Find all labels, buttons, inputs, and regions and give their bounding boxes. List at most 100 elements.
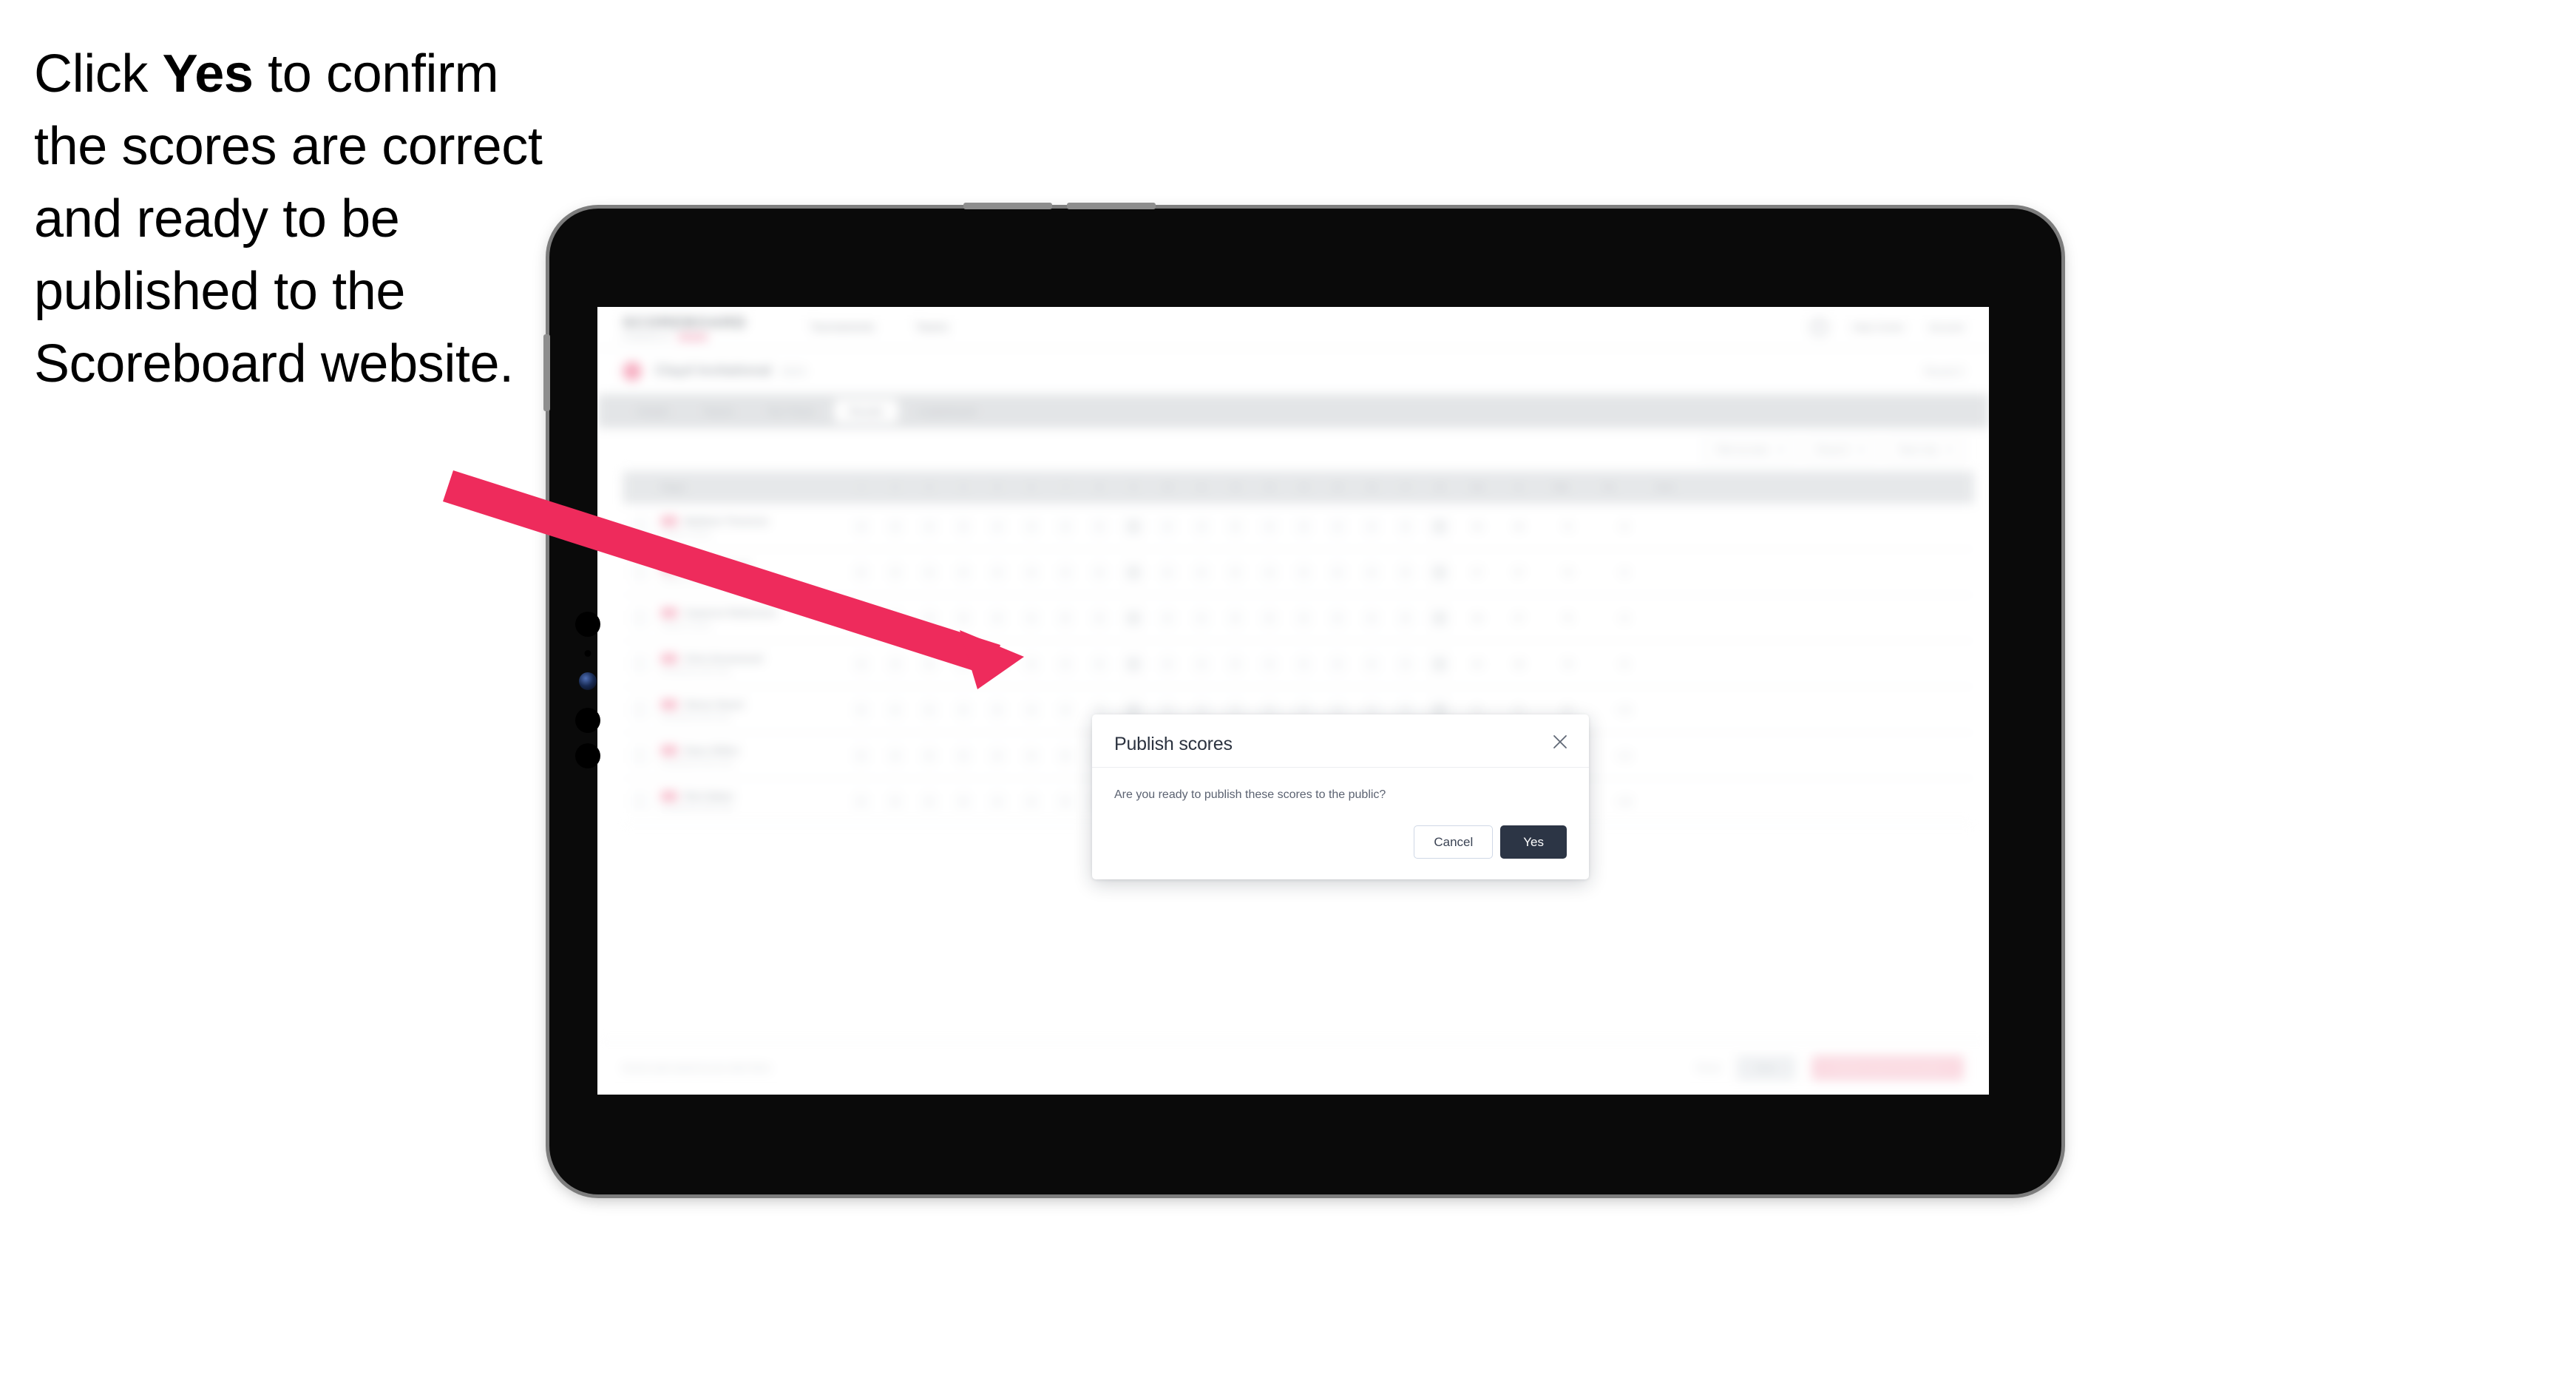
score-cell[interactable]: 3 bbox=[878, 518, 912, 535]
row-checkbox[interactable] bbox=[632, 703, 647, 717]
score-cell[interactable]: 4 bbox=[1048, 518, 1082, 535]
score-cell[interactable]: 4 bbox=[1014, 655, 1048, 672]
score-cell[interactable]: 4 bbox=[1423, 655, 1457, 672]
row-select-cell[interactable] bbox=[623, 519, 657, 533]
score-cell[interactable]: 4 bbox=[980, 747, 1014, 764]
row-select-cell[interactable] bbox=[623, 794, 657, 808]
filter-round[interactable]: Round 2 bbox=[1805, 438, 1877, 462]
score-cell[interactable]: 5 bbox=[1389, 518, 1423, 535]
score-cell[interactable]: 4 bbox=[1423, 518, 1457, 535]
score-cell[interactable]: 4 bbox=[844, 609, 878, 626]
score-cell[interactable]: 5 bbox=[946, 747, 980, 764]
score-cell[interactable]: 5 bbox=[946, 655, 980, 672]
cancel-button[interactable]: Cancel bbox=[1414, 825, 1494, 859]
score-cell[interactable]: 4 bbox=[1150, 609, 1184, 626]
score-cell[interactable]: 4 bbox=[912, 518, 946, 535]
score-cell[interactable]: 5 bbox=[844, 793, 878, 810]
row-select-cell[interactable] bbox=[623, 748, 657, 763]
score-cell[interactable]: 4 bbox=[844, 655, 878, 672]
publish-scores-button[interactable]: Publish scores to the public bbox=[1811, 1055, 1964, 1081]
row-checkbox[interactable] bbox=[632, 565, 647, 579]
score-cell[interactable]: 5 bbox=[946, 609, 980, 626]
score-cell[interactable]: 4 bbox=[1116, 609, 1150, 626]
score-cell[interactable]: 4 bbox=[1116, 564, 1150, 581]
score-cell[interactable]: 5 bbox=[946, 518, 980, 535]
score-cell[interactable]: 4 bbox=[844, 518, 878, 535]
score-cell[interactable]: 3 bbox=[878, 564, 912, 581]
score-cell[interactable]: 4 bbox=[878, 747, 912, 764]
row-select-cell[interactable] bbox=[623, 611, 657, 625]
score-cell[interactable]: 3 bbox=[1321, 518, 1355, 535]
app-logo[interactable]: SCOREBOARD POWERED BY bbox=[623, 314, 747, 341]
device-button-power[interactable] bbox=[543, 334, 550, 411]
score-cell[interactable]: 5 bbox=[1082, 609, 1116, 626]
yes-button[interactable]: Yes bbox=[1500, 825, 1567, 859]
nav-item-tournaments[interactable]: Tournaments bbox=[810, 321, 875, 334]
score-cell[interactable]: 5 bbox=[844, 747, 878, 764]
tab-details[interactable]: Details bbox=[623, 399, 684, 423]
score-cell[interactable]: 4 bbox=[1150, 518, 1184, 535]
footer-reset-link[interactable]: Reset bbox=[1697, 1063, 1720, 1073]
score-cell[interactable]: 4 bbox=[980, 564, 1014, 581]
score-cell[interactable]: 4 bbox=[1014, 701, 1048, 718]
score-cell[interactable]: 5 bbox=[1048, 747, 1082, 764]
score-cell[interactable]: 5 bbox=[878, 793, 912, 810]
score-cell[interactable]: 4 bbox=[1253, 518, 1287, 535]
score-cell[interactable]: 4 bbox=[1150, 655, 1184, 672]
bell-icon[interactable] bbox=[1810, 319, 1828, 336]
score-cell[interactable]: 4 bbox=[1048, 655, 1082, 672]
score-cell[interactable]: 4 bbox=[912, 564, 946, 581]
score-cell[interactable]: 4 bbox=[1253, 564, 1287, 581]
score-cell[interactable]: 5 bbox=[1218, 609, 1253, 626]
score-cell[interactable]: 5 bbox=[1218, 518, 1253, 535]
score-cell[interactable]: 4 bbox=[1355, 655, 1389, 672]
header-link-help[interactable]: Help Centre bbox=[1853, 322, 1904, 333]
score-cell[interactable]: 5 bbox=[912, 655, 946, 672]
score-cell[interactable]: 3 bbox=[1184, 609, 1218, 626]
score-cell[interactable]: 5 bbox=[1082, 655, 1116, 672]
score-cell[interactable]: 4 bbox=[1184, 564, 1218, 581]
score-cell[interactable]: 5 bbox=[1082, 518, 1116, 535]
device-button-volume-up[interactable] bbox=[963, 203, 1052, 209]
nav-item-teams[interactable]: Teams bbox=[915, 321, 948, 334]
tab-tee-times[interactable]: Tee Times bbox=[753, 399, 830, 423]
score-cell[interactable]: 4 bbox=[1423, 609, 1457, 626]
row-checkbox[interactable] bbox=[632, 748, 647, 763]
score-cell[interactable]: 5 bbox=[844, 564, 878, 581]
score-cell[interactable]: 4 bbox=[1423, 564, 1457, 581]
score-cell[interactable]: 4 bbox=[1253, 655, 1287, 672]
row-select-cell[interactable] bbox=[623, 703, 657, 717]
score-cell[interactable]: 4 bbox=[980, 518, 1014, 535]
score-cell[interactable]: 4 bbox=[1321, 564, 1355, 581]
score-cell[interactable]: 5 bbox=[1048, 609, 1082, 626]
score-cell[interactable]: 4 bbox=[1355, 564, 1389, 581]
score-cell[interactable]: 4 bbox=[912, 701, 946, 718]
score-cell[interactable]: 4 bbox=[878, 701, 912, 718]
filter-team[interactable]: Filter by team bbox=[1704, 438, 1795, 462]
score-cell[interactable]: 4 bbox=[1355, 609, 1389, 626]
score-cell[interactable]: 4 bbox=[912, 609, 946, 626]
tab-leaderboard[interactable]: Leaderboard bbox=[903, 399, 991, 423]
row-select-cell[interactable] bbox=[623, 565, 657, 579]
score-cell[interactable]: 5 bbox=[1116, 655, 1150, 672]
score-cell[interactable]: 4 bbox=[878, 655, 912, 672]
row-select-cell[interactable] bbox=[623, 657, 657, 671]
score-cell[interactable]: 5 bbox=[1389, 564, 1423, 581]
score-cell[interactable]: 5 bbox=[1218, 655, 1253, 672]
score-cell[interactable]: 5 bbox=[980, 701, 1014, 718]
row-checkbox[interactable] bbox=[632, 794, 647, 808]
score-cell[interactable]: 4 bbox=[1116, 518, 1150, 535]
score-cell[interactable]: 4 bbox=[878, 609, 912, 626]
table-row[interactable]: Cameron Robertson Clayd's Cricket 4 4 4 5 4 3 5 5… bbox=[623, 595, 1974, 641]
tab-results[interactable]: Results bbox=[833, 399, 898, 423]
score-cell[interactable]: 5 bbox=[946, 701, 980, 718]
score-cell[interactable]: 4 bbox=[1321, 655, 1355, 672]
score-cell[interactable]: 3 bbox=[1184, 518, 1218, 535]
score-cell[interactable]: 5 bbox=[1218, 564, 1253, 581]
score-cell[interactable]: 6 bbox=[946, 793, 980, 810]
score-cell[interactable]: 4 bbox=[1014, 564, 1048, 581]
score-cell[interactable]: 4 bbox=[980, 609, 1014, 626]
filter-view[interactable]: Team only bbox=[1886, 438, 1964, 462]
score-cell[interactable]: 4 bbox=[980, 793, 1014, 810]
row-checkbox[interactable] bbox=[632, 519, 647, 533]
